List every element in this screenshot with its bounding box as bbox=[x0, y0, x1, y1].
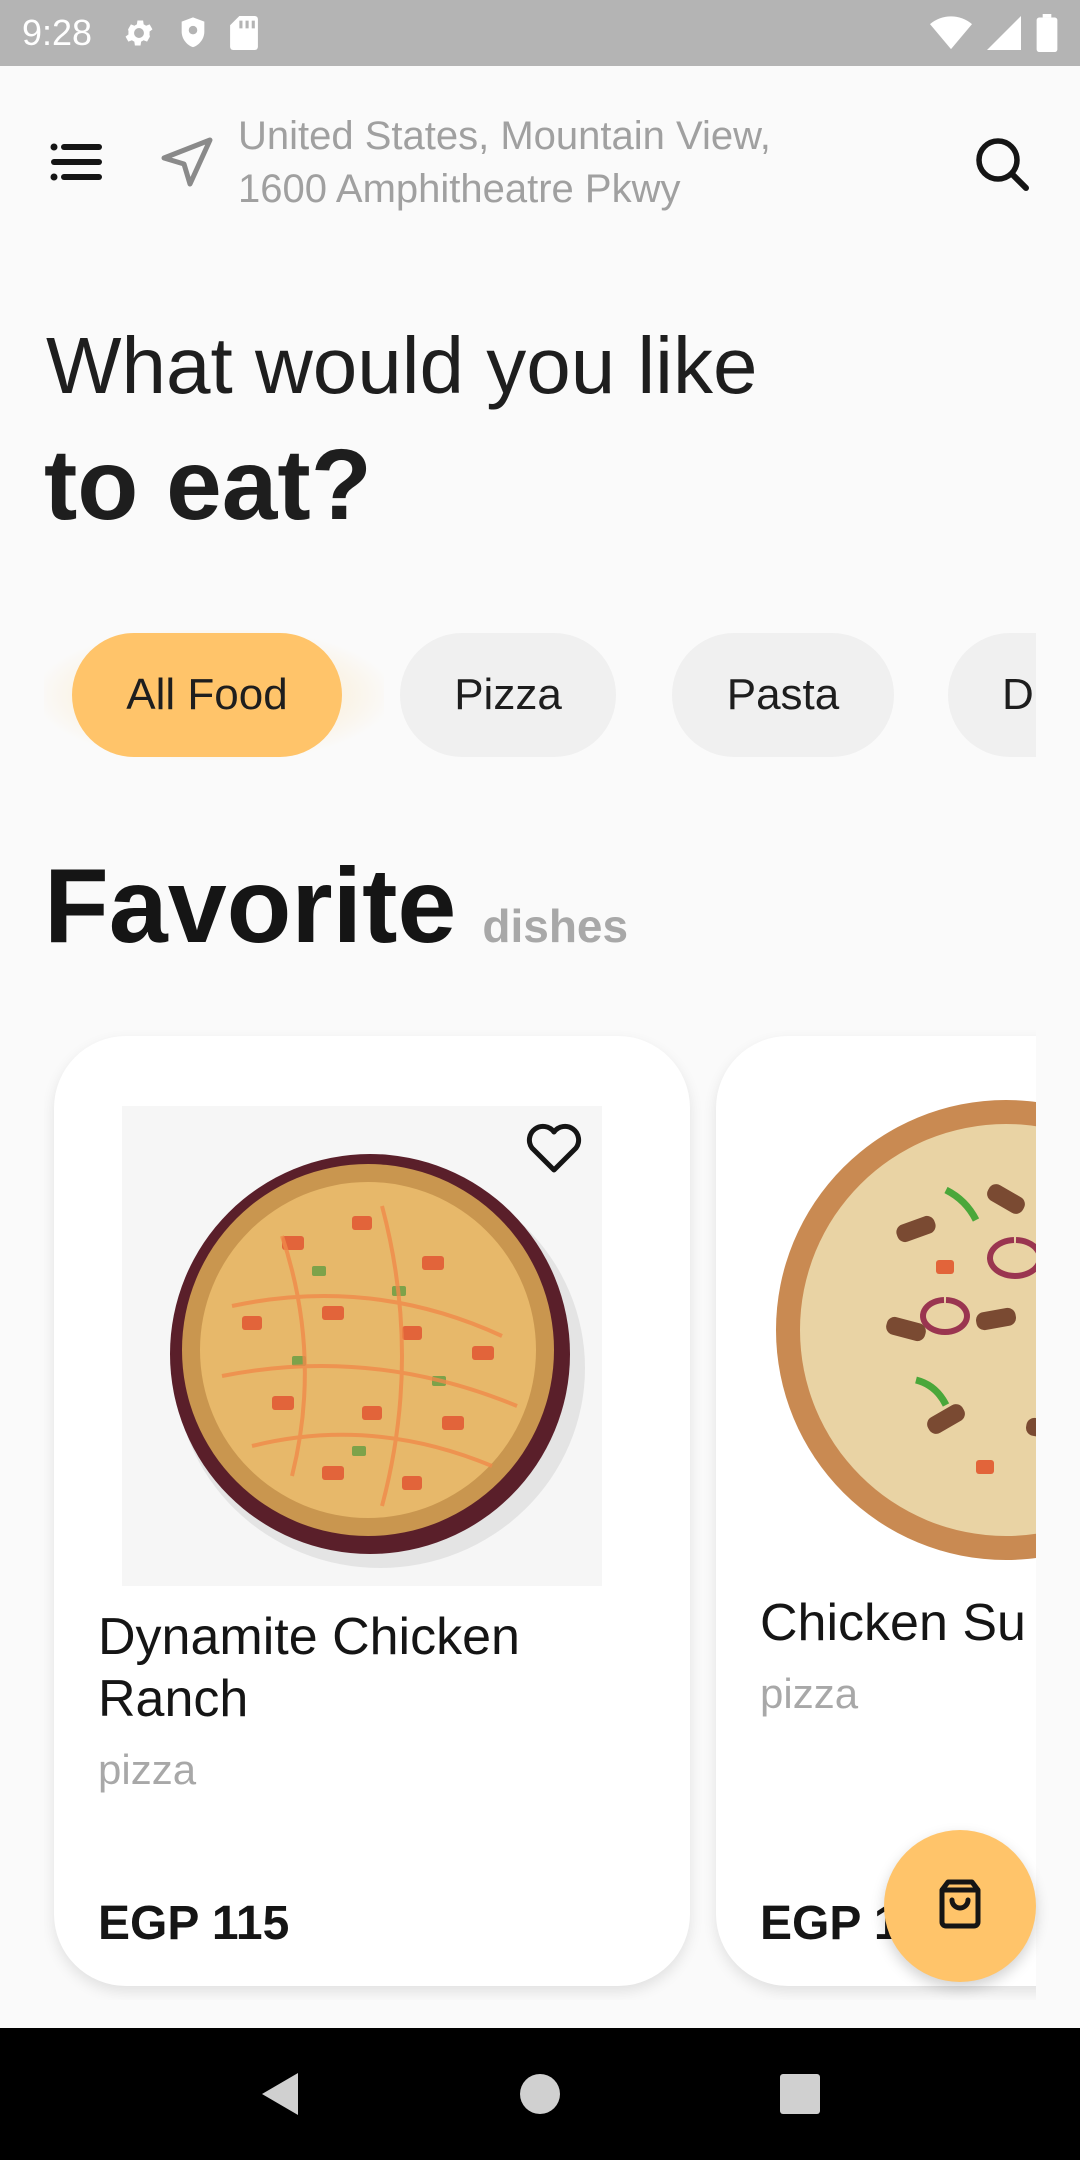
dish-name: Chicken Su bbox=[760, 1594, 1026, 1652]
delivery-location[interactable]: United States, Mountain View, 1600 Amphi… bbox=[238, 110, 878, 216]
favorite-heart-icon[interactable] bbox=[524, 1120, 584, 1176]
status-icons-right bbox=[930, 14, 1058, 52]
chip-pasta[interactable]: Pasta bbox=[672, 633, 894, 757]
location-line-2: 1600 Amphitheatre Pkwy bbox=[238, 167, 681, 211]
section-title-main: Favorite bbox=[44, 847, 457, 965]
dish-category: pizza bbox=[98, 1746, 197, 1793]
chip-drinks[interactable]: Dr bbox=[948, 633, 1036, 757]
dish-price: EGP 1 bbox=[760, 1897, 901, 1950]
heading-line-2: to eat? bbox=[44, 429, 372, 541]
section-title-sub: dishes bbox=[482, 900, 629, 952]
sd-card-icon bbox=[230, 16, 258, 50]
dish-image-pizza bbox=[122, 1106, 602, 1586]
recents-icon[interactable] bbox=[770, 2064, 830, 2124]
menu-icon[interactable] bbox=[50, 142, 104, 182]
home-icon[interactable] bbox=[510, 2064, 570, 2124]
search-icon[interactable] bbox=[974, 136, 1030, 192]
status-bar: 9:28 bbox=[0, 0, 1080, 66]
location-arrow-icon[interactable] bbox=[158, 134, 216, 192]
location-line-1: United States, Mountain View, bbox=[238, 114, 771, 158]
dish-carousel: Dynamite Chicken Ranch pizza EGP 115 Chi… bbox=[44, 1030, 1036, 2000]
chip-all-food[interactable]: All Food bbox=[72, 633, 342, 757]
system-nav-bar bbox=[0, 2028, 1080, 2160]
shield-icon bbox=[178, 16, 208, 50]
back-icon[interactable] bbox=[250, 2064, 310, 2124]
section-title: Favorite dishes bbox=[44, 846, 628, 967]
dish-card[interactable]: Dynamite Chicken Ranch pizza EGP 115 bbox=[54, 1036, 690, 1986]
app-header: United States, Mountain View, 1600 Amphi… bbox=[0, 100, 1080, 230]
wifi-icon bbox=[930, 16, 972, 50]
dish-name: Dynamite Chicken Ranch bbox=[98, 1608, 520, 1728]
status-time: 9:28 bbox=[22, 12, 93, 53]
heading-line-1: What would you like bbox=[46, 321, 758, 410]
dish-price: EGP 115 bbox=[98, 1897, 290, 1950]
category-chips: All Food Pizza Pasta Dr bbox=[44, 630, 1036, 760]
battery-icon bbox=[1036, 14, 1058, 52]
dish-image-pizza bbox=[776, 1100, 1036, 1560]
settings-icon bbox=[122, 16, 156, 50]
signal-icon bbox=[986, 16, 1022, 50]
shopping-bag-icon bbox=[932, 1876, 988, 1937]
status-icons-left bbox=[122, 16, 258, 50]
cart-button[interactable] bbox=[884, 1830, 1036, 1982]
chip-pizza[interactable]: Pizza bbox=[400, 633, 616, 757]
dish-category: pizza bbox=[760, 1670, 859, 1717]
